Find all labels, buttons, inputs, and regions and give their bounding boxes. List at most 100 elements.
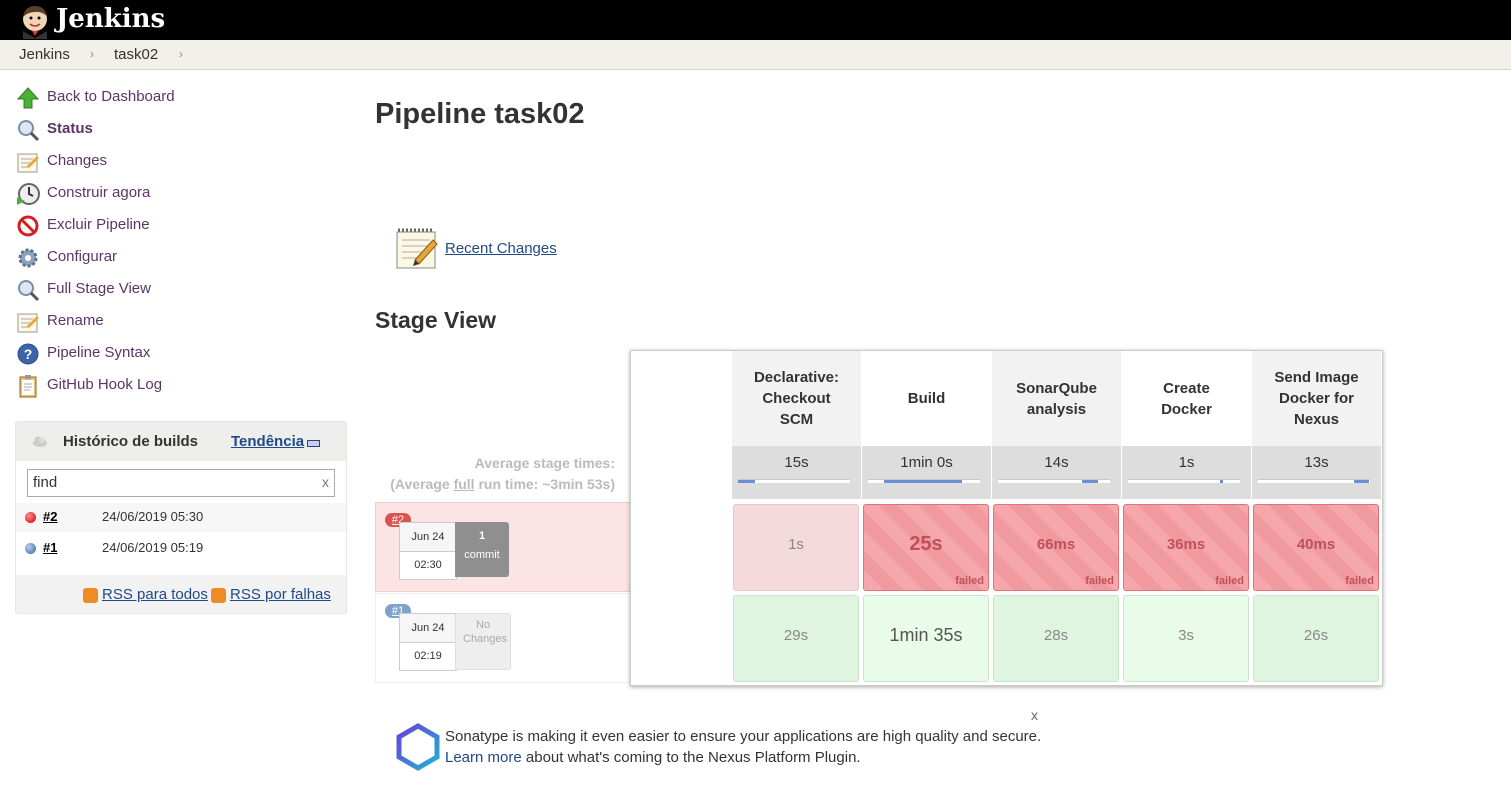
- build-history-panel: Histórico de builds Tendência x #2 24/06…: [15, 421, 347, 614]
- sonatype-message-2: Learn more about what's coming to the Ne…: [445, 749, 861, 766]
- stage-average-time: 13s: [1304, 454, 1329, 471]
- sidebar-item-pipeline-syntax[interactable]: ? Pipeline Syntax: [16, 342, 336, 366]
- breadcrumb-chevron-icon[interactable]: ›: [179, 47, 183, 61]
- find-box[interactable]: x: [27, 469, 335, 497]
- stage-name: Build: [907, 390, 946, 407]
- run-time: 02:19: [414, 650, 442, 662]
- stage-header: Build: [862, 351, 991, 446]
- stage-header: SonarQube analysis: [992, 351, 1121, 446]
- sidebar-item-build-now[interactable]: Construir agora: [16, 182, 336, 206]
- recent-changes-link[interactable]: Recent Changes: [445, 240, 557, 257]
- jenkins-logo-icon[interactable]: [17, 3, 53, 39]
- clear-find-button[interactable]: x: [322, 474, 329, 490]
- stage-average-time: 15s: [784, 454, 809, 471]
- rss-icon[interactable]: [211, 588, 226, 603]
- close-notice-button[interactable]: x: [1031, 707, 1038, 723]
- stage-average-bar-fill: [1354, 480, 1369, 483]
- sidebar-item-full-stage-view[interactable]: Full Stage View: [16, 278, 336, 302]
- stage-average-bar: [738, 479, 850, 483]
- run-row[interactable]: #2 Jun 24 02:30 1 commit: [375, 502, 633, 592]
- stage-average-time: 14s: [1044, 454, 1069, 471]
- avg-stage-times: Average stage times:: [474, 455, 615, 471]
- build-date[interactable]: 24/06/2019 05:30: [102, 509, 203, 524]
- stage-average-bar-fill: [1082, 480, 1098, 483]
- stage-duration: 28s: [1043, 627, 1069, 644]
- build-history-title: Histórico de builds: [63, 433, 199, 450]
- avg-run-time: (Average full run time: ~3min 53s): [388, 474, 615, 495]
- sonatype-hexagon-icon: [396, 723, 440, 771]
- breadcrumb-task02[interactable]: task02: [114, 46, 158, 63]
- changes-box[interactable]: 1 commit: [455, 522, 509, 577]
- stage-duration: 1min 35s: [889, 625, 963, 645]
- learn-more-link[interactable]: Learn more: [445, 749, 522, 766]
- average-times-label: Average stage times: (Average full run t…: [388, 453, 615, 495]
- stage-average-bar: [1258, 479, 1370, 483]
- breadcrumb-jenkins[interactable]: Jenkins: [19, 46, 70, 63]
- run-date-box: Jun 24 02:19: [399, 613, 457, 671]
- sidebar-item-label: Configurar: [47, 248, 118, 265]
- build-date[interactable]: 24/06/2019 05:19: [102, 540, 203, 555]
- avg-run-prefix: (Average: [390, 476, 454, 492]
- magnifier-icon: [18, 280, 40, 302]
- run-date: Jun 24: [400, 523, 456, 552]
- rss-failures-link[interactable]: RSS por falhas: [230, 586, 331, 603]
- stage-cell-success[interactable]: 29s: [733, 595, 859, 682]
- stage-duration: 36ms: [1166, 536, 1206, 553]
- find-input[interactable]: [33, 473, 303, 491]
- clipboard-icon: [19, 375, 37, 398]
- sidebar-item-github-hook-log[interactable]: GitHub Hook Log: [16, 374, 336, 398]
- stage-cell-success[interactable]: 3s: [1123, 595, 1249, 682]
- sidebar-item-label: Full Stage View: [47, 280, 151, 297]
- stage-cell-success[interactable]: 28s: [993, 595, 1119, 682]
- stage-average-bar-fill: [884, 480, 962, 483]
- collapse-icon[interactable]: [307, 440, 320, 447]
- stage-duration: 29s: [783, 627, 809, 644]
- sonatype-message-rest: about what's coming to the Nexus Platfor…: [521, 749, 861, 766]
- magnifier-icon: [18, 120, 40, 142]
- stage-view-title: Stage View: [375, 307, 497, 333]
- build-number-link[interactable]: #2: [43, 509, 57, 524]
- notepad-icon: [396, 228, 438, 269]
- stage-duration: 3s: [1178, 627, 1194, 644]
- stage-average: 14s: [992, 446, 1121, 499]
- sidebar-item-label: Changes: [47, 152, 108, 169]
- stage-cell-failed[interactable]: 40ms failed: [1253, 504, 1379, 591]
- sidebar-item-changes[interactable]: Changes: [16, 150, 336, 174]
- stage-average-bar: [868, 479, 980, 483]
- sidebar-item-back-to-dashboard[interactable]: Back to Dashboard: [16, 86, 336, 110]
- stage-cell-success[interactable]: 1min 35s: [863, 595, 989, 682]
- breadcrumb-chevron-icon[interactable]: ›: [90, 47, 94, 61]
- sidebar-item-label: Construir agora: [47, 184, 151, 201]
- build-history-body: x #2 24/06/2019 05:30 #1 24/06/2019 05:1…: [16, 461, 346, 575]
- changes-box[interactable]: No Changes: [455, 613, 511, 670]
- rss-all-link[interactable]: RSS para todos: [102, 586, 208, 603]
- rss-icon[interactable]: [83, 588, 98, 603]
- failed-status-ball-icon[interactable]: [25, 512, 36, 523]
- no-entry-icon: [17, 215, 39, 237]
- avg-full-link[interactable]: full: [454, 476, 475, 492]
- sonatype-message: Sonatype is making it even easier to ens…: [445, 728, 1042, 745]
- stage-status-label: failed: [1085, 575, 1114, 587]
- sidebar-item-status[interactable]: Status: [16, 118, 336, 142]
- run-row[interactable]: #1 Jun 24 02:19 No Changes: [375, 593, 633, 683]
- stage-average-bar: [1128, 479, 1240, 483]
- sidebar-item-label: Back to Dashboard: [47, 88, 175, 105]
- aborted-status-ball-icon[interactable]: [25, 543, 36, 554]
- sidebar-item-configure[interactable]: Configurar: [16, 246, 336, 270]
- trend-link[interactable]: Tendência: [231, 433, 304, 450]
- stage-average: 1s: [1122, 446, 1251, 499]
- stage-cell-success[interactable]: 26s: [1253, 595, 1379, 682]
- stage-cell-failed[interactable]: 66ms failed: [993, 504, 1119, 591]
- stage-cell-failed[interactable]: 36ms failed: [1123, 504, 1249, 591]
- stage-average-bar-fill: [1220, 480, 1223, 483]
- stage-duration: 40ms: [1296, 536, 1336, 553]
- brand-title[interactable]: Jenkins: [56, 3, 165, 35]
- stage-cell-failed[interactable]: 25s failed: [863, 504, 989, 591]
- build-number-link[interactable]: #1: [43, 540, 57, 555]
- build-row[interactable]: #1 24/06/2019 05:19: [16, 534, 346, 563]
- sidebar-item-delete-pipeline[interactable]: Excluir Pipeline: [16, 214, 336, 238]
- build-row[interactable]: #2 24/06/2019 05:30: [16, 503, 346, 532]
- stage-cell-skipped[interactable]: 1s: [733, 504, 859, 591]
- stage-view-table: Declarative: Checkout SCM 15s Build 1min 0s…: [630, 350, 1383, 686]
- sidebar-item-rename[interactable]: Rename: [16, 310, 336, 334]
